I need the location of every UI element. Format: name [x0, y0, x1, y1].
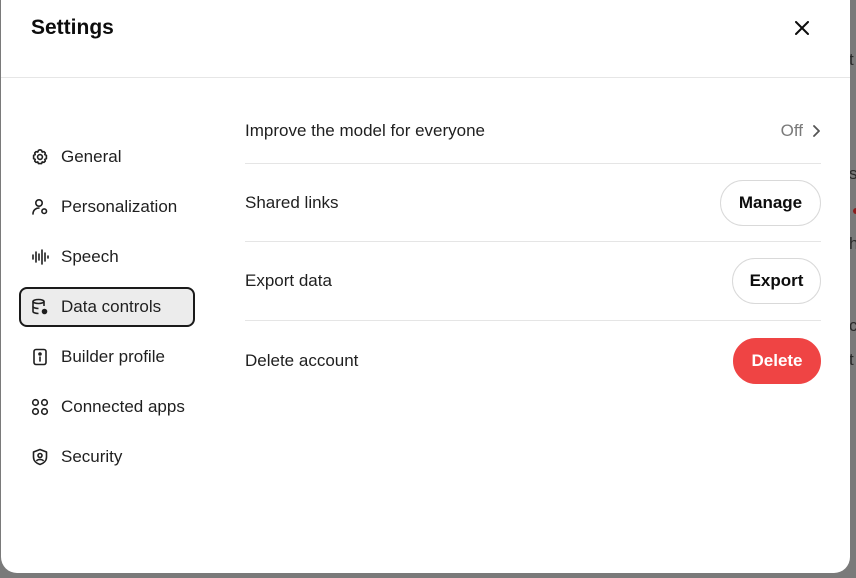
delete-account-button[interactable]: Delete: [733, 338, 821, 384]
gear-icon: [31, 148, 49, 166]
sidebar-item-general[interactable]: General: [19, 137, 195, 177]
sidebar-item-security[interactable]: Security: [19, 437, 195, 477]
improve-model-toggle[interactable]: Off: [781, 121, 821, 141]
settings-row-export-data: Export data Export: [245, 242, 821, 321]
database-settings-icon: [31, 298, 49, 316]
sidebar-item-label: Builder profile: [61, 347, 165, 366]
settings-row-improve-model: Improve the model for everyone Off: [245, 98, 821, 164]
row-value: Off: [780, 120, 803, 140]
waveform-icon: [31, 248, 49, 266]
sidebar-item-label: Security: [61, 447, 123, 466]
sidebar-item-personalization[interactable]: Personalization: [19, 187, 195, 227]
background-text: c: [849, 316, 856, 335]
background-text: h: [849, 234, 856, 253]
id-card-icon: [31, 348, 49, 366]
shield-icon: [31, 448, 49, 466]
sidebar-item-builder-profile[interactable]: Builder profile: [19, 337, 195, 377]
sidebar-item-connected-apps[interactable]: Connected apps: [19, 387, 195, 427]
sidebar-item-label: Speech: [61, 247, 119, 266]
close-button[interactable]: [787, 13, 817, 43]
row-label: Shared links: [245, 192, 339, 212]
export-button[interactable]: Export: [732, 258, 821, 304]
settings-row-delete-account: Delete account Delete: [245, 321, 821, 401]
sidebar-item-label: Connected apps: [61, 397, 185, 416]
settings-row-shared-links: Shared links Manage: [245, 164, 821, 242]
dialog-header: Settings: [1, 0, 850, 78]
dialog-title: Settings: [31, 16, 114, 39]
data-controls-panel: Improve the model for everyone Off Share…: [245, 98, 821, 401]
settings-sidebar: General Personalization Speech Data cont…: [19, 137, 199, 487]
apps-grid-icon: [31, 398, 49, 416]
person-settings-icon: [31, 198, 49, 216]
sidebar-item-data-controls[interactable]: Data controls: [19, 287, 195, 327]
background-text: s: [849, 164, 856, 183]
chevron-right-icon: [813, 124, 820, 137]
row-label: Export data: [245, 271, 332, 290]
sidebar-item-label: Personalization: [61, 197, 178, 216]
row-label: Delete account: [245, 351, 359, 370]
sidebar-item-speech[interactable]: Speech: [19, 237, 195, 277]
close-icon: [795, 21, 809, 35]
sidebar-item-label: General: [61, 147, 122, 166]
row-label: Improve the model for everyone: [245, 120, 486, 140]
sidebar-item-label: Data controls: [61, 297, 162, 316]
manage-button[interactable]: Manage: [720, 179, 821, 226]
